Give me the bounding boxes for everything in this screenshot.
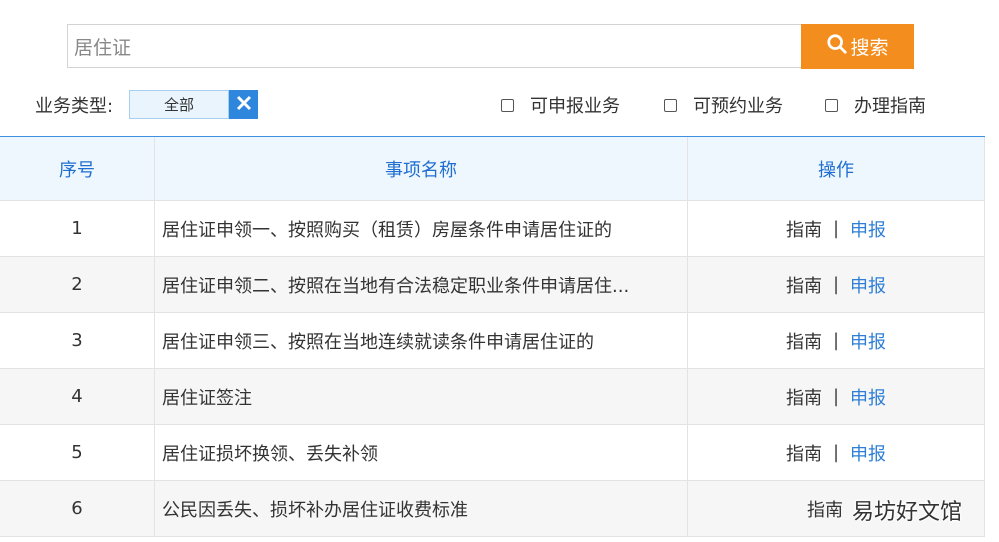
watermark: 易坊好文馆 bbox=[852, 500, 963, 525]
row-index: 2 bbox=[0, 257, 155, 312]
table-row: 4 居住证签注 指南 | 申报 bbox=[0, 369, 985, 425]
checkbox-box[interactable] bbox=[825, 98, 838, 112]
row-item-name[interactable]: 居住证申领二、按照在当地有合法稳定职业条件申请居住... bbox=[155, 257, 688, 312]
action-separator: | bbox=[832, 274, 840, 295]
checkbox-label: 可申报业务 bbox=[530, 96, 620, 117]
action-separator: | bbox=[832, 386, 840, 407]
row-actions: 指南 | 申报 bbox=[688, 313, 985, 368]
row-index: 1 bbox=[0, 201, 155, 256]
report-link[interactable]: 申报 bbox=[850, 440, 886, 466]
header-index: 序号 bbox=[0, 137, 155, 200]
table-row: 6 公民因丢失、损坏补办居住证收费标准 指南 bbox=[0, 481, 985, 537]
search-button[interactable]: 搜索 bbox=[801, 24, 914, 69]
action-separator: | bbox=[832, 218, 840, 239]
checkbox-label: 可预约业务 bbox=[693, 96, 783, 117]
search-input[interactable] bbox=[67, 24, 801, 68]
guide-link[interactable]: 指南 bbox=[786, 384, 822, 410]
report-link[interactable]: 申报 bbox=[850, 328, 886, 354]
guide-link[interactable]: 指南 bbox=[807, 496, 843, 522]
search-button-label: 搜索 bbox=[850, 37, 889, 59]
checkbox-label: 办理指南 bbox=[854, 96, 926, 117]
report-link[interactable]: 申报 bbox=[850, 272, 886, 298]
results-table: 序号 事项名称 操作 1 居住证申领一、按照购买（租赁）房屋条件申请居住证的 指… bbox=[0, 136, 985, 537]
guide-link[interactable]: 指南 bbox=[786, 440, 822, 466]
header-actions: 操作 bbox=[688, 137, 985, 200]
table-row: 2 居住证申领二、按照在当地有合法稳定职业条件申请居住... 指南 | 申报 bbox=[0, 257, 985, 313]
report-link[interactable]: 申报 bbox=[850, 384, 886, 410]
action-separator: | bbox=[832, 442, 840, 463]
table-header: 序号 事项名称 操作 bbox=[0, 137, 985, 201]
action-separator: | bbox=[832, 330, 840, 351]
guide-link[interactable]: 指南 bbox=[786, 328, 822, 354]
checkbox-bookable[interactable]: 可预约业务 bbox=[664, 92, 783, 118]
row-index: 4 bbox=[0, 369, 155, 424]
close-icon bbox=[235, 94, 253, 116]
row-item-name[interactable]: 居住证签注 bbox=[155, 369, 688, 424]
filter-chip-all[interactable]: 全部 bbox=[129, 90, 229, 119]
guide-link[interactable]: 指南 bbox=[786, 272, 822, 298]
row-actions: 指南 | 申报 bbox=[688, 257, 985, 312]
row-item-name[interactable]: 居住证申领三、按照在当地连续就读条件申请居住证的 bbox=[155, 313, 688, 368]
search-icon bbox=[826, 33, 848, 60]
row-index: 6 bbox=[0, 481, 155, 536]
row-actions: 指南 | 申报 bbox=[688, 201, 985, 256]
row-actions: 指南 | 申报 bbox=[688, 425, 985, 480]
row-item-name[interactable]: 公民因丢失、损坏补办居住证收费标准 bbox=[155, 481, 688, 536]
checkbox-reportable[interactable]: 可申报业务 bbox=[501, 92, 620, 118]
clear-filter-button[interactable] bbox=[229, 90, 258, 119]
table-row: 1 居住证申领一、按照购买（租赁）房屋条件申请居住证的 指南 | 申报 bbox=[0, 201, 985, 257]
table-row: 3 居住证申领三、按照在当地连续就读条件申请居住证的 指南 | 申报 bbox=[0, 313, 985, 369]
header-item-name: 事项名称 bbox=[155, 137, 688, 200]
row-index: 3 bbox=[0, 313, 155, 368]
row-index: 5 bbox=[0, 425, 155, 480]
guide-link[interactable]: 指南 bbox=[786, 216, 822, 242]
checkbox-box[interactable] bbox=[664, 98, 677, 112]
checkbox-guide[interactable]: 办理指南 bbox=[825, 92, 926, 118]
row-item-name[interactable]: 居住证损坏换领、丢失补领 bbox=[155, 425, 688, 480]
checkbox-box[interactable] bbox=[501, 98, 514, 112]
report-link[interactable]: 申报 bbox=[850, 216, 886, 242]
table-row: 5 居住证损坏换领、丢失补领 指南 | 申报 bbox=[0, 425, 985, 481]
row-item-name[interactable]: 居住证申领一、按照购买（租赁）房屋条件申请居住证的 bbox=[155, 201, 688, 256]
business-type-label: 业务类型: bbox=[35, 96, 114, 117]
row-actions: 指南 | 申报 bbox=[688, 369, 985, 424]
